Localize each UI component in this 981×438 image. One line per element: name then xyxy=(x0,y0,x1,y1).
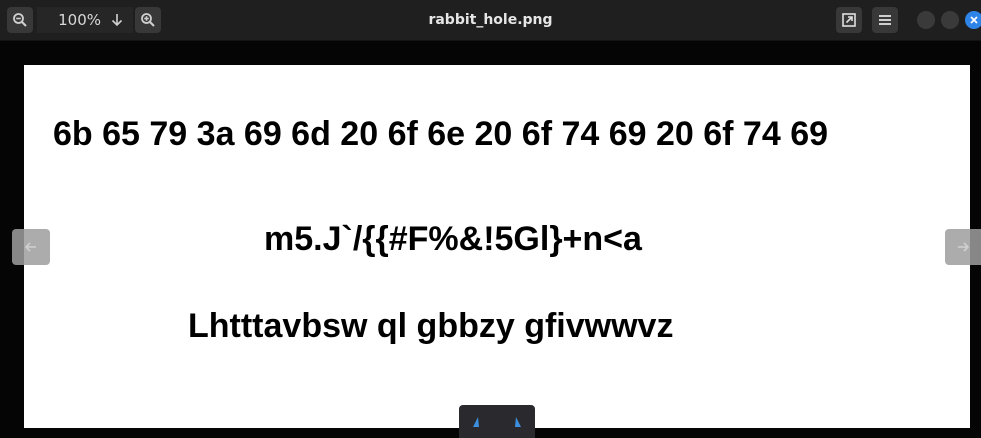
image-text-line-3: Lhtttavbsw ql gbbzy gfivwwvz xyxy=(188,307,674,345)
image-canvas: 6b 65 79 3a 69 6d 20 6f 6e 20 6f 74 69 2… xyxy=(24,65,970,428)
zoom-level-value: 100% xyxy=(58,11,101,29)
hamburger-menu-icon xyxy=(879,15,891,25)
zoom-out-icon xyxy=(13,13,27,27)
image-text-line-1: 6b 65 79 3a 69 6d 20 6f 6e 20 6f 74 69 2… xyxy=(53,115,829,153)
menu-button[interactable] xyxy=(872,7,898,33)
minimize-button[interactable] xyxy=(917,11,935,29)
zoom-in-button[interactable] xyxy=(135,7,161,33)
previous-image-button[interactable] xyxy=(12,229,50,265)
close-button[interactable] xyxy=(965,11,981,29)
rotate-left-icon xyxy=(473,417,479,427)
expand-icon xyxy=(842,13,856,27)
bottom-toolbar-handle[interactable] xyxy=(459,405,535,438)
maximize-button[interactable] xyxy=(941,11,959,29)
rotate-right-icon xyxy=(515,417,521,427)
arrow-right-icon xyxy=(958,242,970,252)
zoom-out-button[interactable] xyxy=(7,7,33,33)
next-image-button[interactable] xyxy=(945,229,981,265)
arrow-left-icon xyxy=(24,242,36,252)
close-icon xyxy=(970,16,978,24)
image-viewer-window: 100% rabbit_hole.png 6b 65 79 3a 69 6d 2… xyxy=(0,0,981,438)
zoom-level-dropdown[interactable]: 100% xyxy=(37,7,133,33)
image-text-line-2: m5.J`/{{#F%&!5Gl}+n<a xyxy=(264,220,642,258)
arrow-down-icon xyxy=(111,14,123,27)
fullscreen-button[interactable] xyxy=(836,7,862,33)
titlebar: 100% rabbit_hole.png xyxy=(0,0,981,41)
zoom-in-icon xyxy=(141,13,155,27)
